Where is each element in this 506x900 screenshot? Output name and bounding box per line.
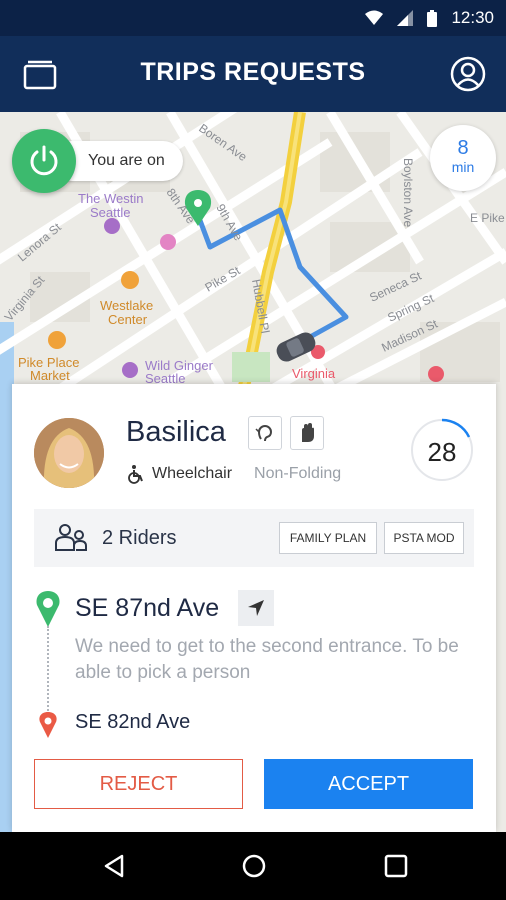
ear-icon — [255, 425, 273, 442]
system-nav-bar — [0, 832, 506, 900]
reject-button[interactable]: REJECT — [34, 759, 243, 809]
avatar-image — [34, 418, 104, 488]
eta-badge: 8 min — [430, 125, 496, 191]
wheelchair-icon — [128, 465, 143, 484]
map-label-epike: E Pike — [470, 211, 505, 225]
app-bar: TRIPS REQUESTS — [0, 36, 506, 112]
hearing-chip — [248, 416, 282, 450]
map-label-westlake2: Center — [108, 312, 148, 327]
navigate-button[interactable] — [238, 590, 274, 626]
mobility-label: Wheelchair — [152, 465, 233, 482]
map-label-westin1: The Westin — [78, 191, 144, 206]
riders-count: 2 Riders — [102, 526, 177, 549]
battery-icon — [427, 9, 438, 27]
rider-name: Basilica — [126, 416, 226, 448]
trip-request-card: Basilica Wheelchair Non-Folding 28 2 Rid… — [12, 384, 496, 832]
riders-row: 2 Riders FAMILY PLAN PSTA MOD — [34, 509, 474, 567]
status-time: 12:30 — [451, 8, 494, 27]
dropoff-pin-icon — [39, 712, 57, 738]
page-title: TRIPS REQUESTS — [140, 58, 366, 86]
route-dotted-line — [47, 626, 49, 711]
recents-icon[interactable] — [382, 852, 410, 880]
hand-icon — [302, 423, 314, 442]
status-bar: 12:30 — [0, 0, 506, 36]
eta-value: 8 — [457, 137, 469, 159]
map-label-westin2: Seattle — [90, 205, 130, 220]
online-toggle[interactable]: You are on — [12, 129, 183, 193]
map-label-westlake1: Westlake — [100, 298, 153, 313]
rider-score: 28 — [410, 418, 474, 482]
tag-psta-mod: PSTA MOD — [384, 522, 464, 554]
map-label-boylston: Boylston Ave — [401, 158, 415, 227]
wifi-icon — [365, 10, 384, 25]
map-label-pike-place2: Market — [30, 368, 70, 383]
riders-icon — [55, 524, 87, 551]
hand-chip — [290, 416, 324, 450]
avatar — [34, 418, 104, 488]
tag-family-plan: FAMILY PLAN — [279, 522, 377, 554]
pickup-note: We need to get to the second entrance. T… — [75, 636, 459, 683]
back-icon[interactable] — [100, 852, 128, 880]
signal-icon — [397, 10, 414, 26]
navigation-arrow-icon — [248, 600, 264, 616]
dropoff-address: SE 82nd Ave — [75, 711, 191, 733]
map-label-virginia: Virginia — [292, 366, 336, 381]
rider-score-value: 28 — [427, 437, 457, 467]
profile-icon — [450, 56, 486, 92]
status-icons: 12:30 — [365, 8, 494, 28]
profile-button[interactable] — [450, 56, 486, 92]
eta-unit: min — [451, 159, 475, 175]
power-icon — [30, 145, 58, 176]
power-button[interactable] — [12, 129, 76, 193]
pickup-pin-icon — [36, 591, 60, 627]
pickup-address: SE 87nd Ave — [75, 594, 220, 622]
mobility-row: Wheelchair Non-Folding — [126, 464, 341, 484]
accept-button[interactable]: ACCEPT — [264, 759, 473, 809]
home-icon[interactable] — [240, 852, 268, 880]
folding-label: Non-Folding — [254, 465, 342, 482]
